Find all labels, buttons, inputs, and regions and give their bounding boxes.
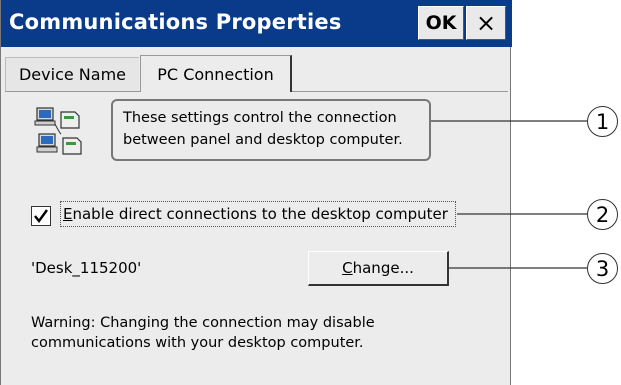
checkbox-label-text: nable direct connections to the desktop …	[72, 205, 448, 223]
callout-1: 1	[587, 106, 618, 137]
ok-button[interactable]: OK	[418, 6, 464, 40]
checkbox-mnemonic: E	[63, 205, 73, 223]
window-title: Communications Properties	[9, 10, 342, 34]
enable-direct-connections-label[interactable]: Enable direct connections to the desktop…	[60, 201, 456, 227]
tab-device-name[interactable]: Device Name	[5, 57, 139, 91]
tab-pc-connection[interactable]: PC Connection	[140, 55, 292, 92]
change-label-text: hange...	[352, 259, 414, 277]
change-button[interactable]: Change...	[308, 251, 449, 286]
info-text-box: These settings control the connection be…	[111, 99, 431, 161]
change-mnemonic: C	[342, 259, 353, 277]
warning-text: Warning: Changing the connection may dis…	[31, 313, 375, 353]
info-line-2: between panel and desktop computer.	[123, 132, 403, 148]
info-line-1: These settings control the connection	[123, 110, 397, 126]
communications-properties-dialog: Communications Properties OK × Device Na…	[0, 0, 512, 385]
connection-name: 'Desk_115200'	[31, 259, 142, 277]
warning-line-1: Warning: Changing the connection may dis…	[31, 315, 375, 331]
callout-3: 3	[587, 253, 618, 284]
checkmark-icon	[34, 209, 48, 223]
pc-connection-icon	[34, 107, 82, 155]
title-bar: Communications Properties OK ×	[1, 0, 512, 47]
enable-direct-connections-checkbox[interactable]	[31, 206, 51, 226]
callout-2: 2	[587, 199, 618, 230]
warning-line-2: communications with your desktop compute…	[31, 335, 364, 351]
close-button[interactable]: ×	[466, 6, 506, 40]
